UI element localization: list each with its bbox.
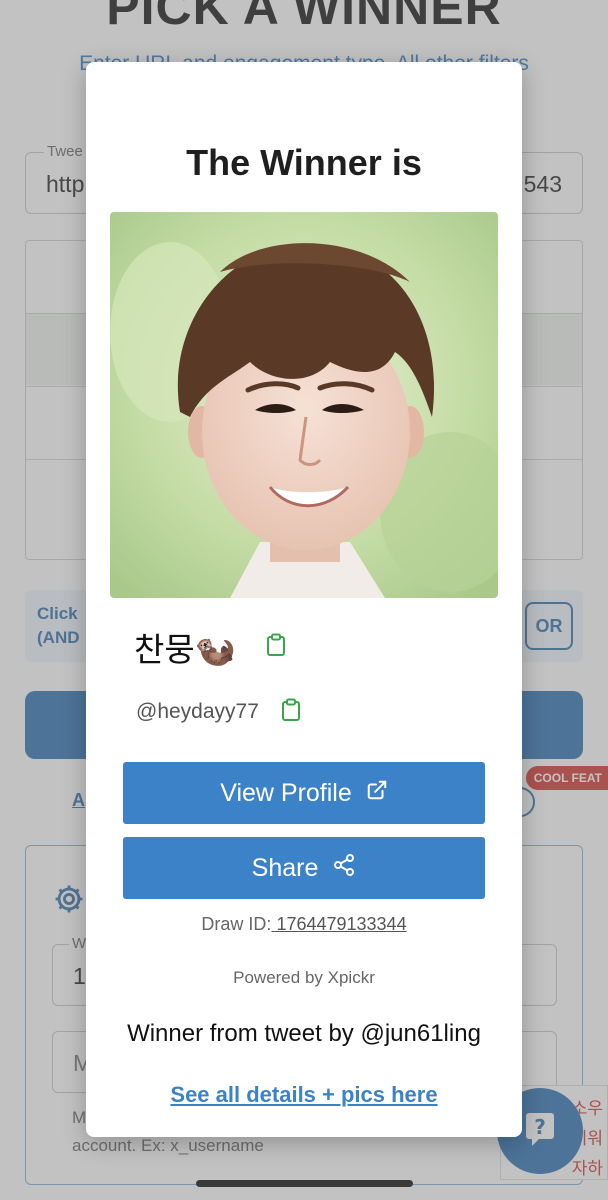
clipboard-icon[interactable]: [281, 698, 301, 727]
see-details-link[interactable]: See all details + pics here: [86, 1082, 522, 1108]
winner-modal: The Winner is 찬뭉🦦 @heydayy77 View Profil…: [86, 62, 522, 1137]
view-profile-label: View Profile: [220, 778, 352, 807]
draw-id-link[interactable]: 1764479133344: [271, 914, 406, 934]
winner-handle-row: @heydayy77: [136, 698, 301, 726]
clipboard-icon[interactable]: [266, 633, 286, 662]
external-link-icon: [366, 779, 388, 808]
winner-name-row: 찬뭉🦦: [134, 622, 286, 672]
winner-handle: @heydayy77: [136, 700, 259, 723]
powered-by: Powered by Xpickr: [233, 968, 375, 987]
share-button[interactable]: Share: [123, 837, 485, 899]
share-icon: [332, 853, 356, 884]
modal-title: The Winner is: [186, 142, 422, 183]
winner-name: 찬뭉🦦: [134, 631, 236, 668]
share-label: Share: [251, 853, 319, 882]
draw-id-row: Draw ID: 1764479133344: [86, 914, 522, 935]
winner-photo: [110, 212, 498, 598]
home-indicator: [196, 1180, 413, 1187]
winner-from-tweet: Winner from tweet by @jun61ling: [127, 1020, 481, 1047]
draw-id-label: Draw ID:: [201, 914, 272, 934]
view-profile-button[interactable]: View Profile: [123, 762, 485, 824]
